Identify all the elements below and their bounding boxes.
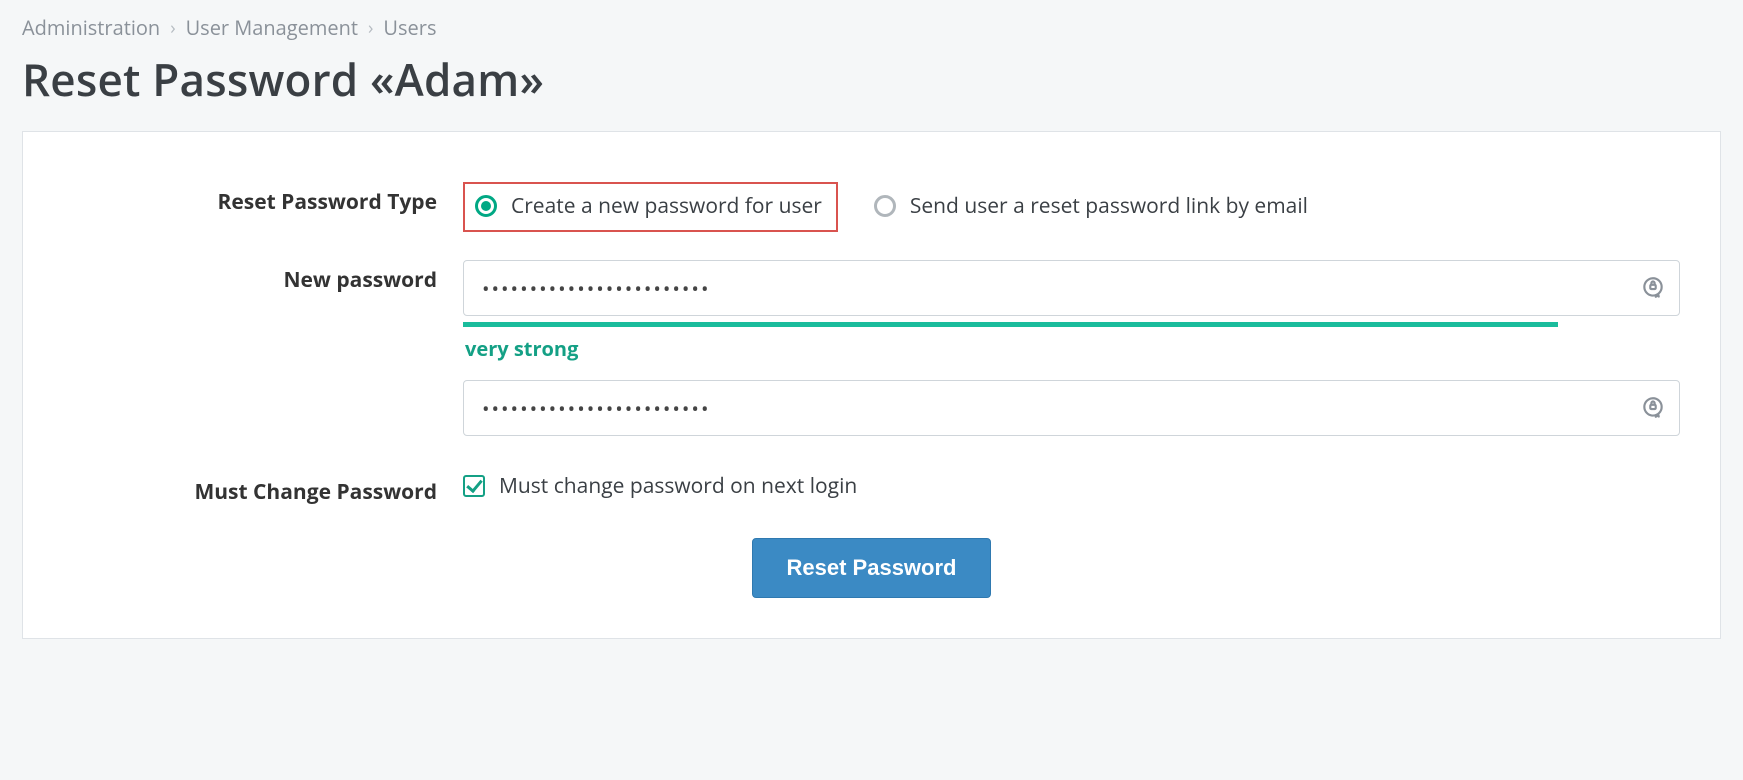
- password-manager-icon[interactable]: [1640, 275, 1666, 301]
- breadcrumb: Administration › User Management › Users: [22, 14, 1721, 41]
- confirm-password-input-wrap: [463, 380, 1680, 436]
- breadcrumb-users[interactable]: Users: [383, 14, 436, 41]
- row-must-change: Must Change Password Must change passwor…: [63, 472, 1680, 506]
- checkbox-must-change[interactable]: Must change password on next login: [463, 472, 1680, 500]
- form-actions: Reset Password: [63, 538, 1680, 598]
- form-panel: Reset Password Type Create a new passwor…: [22, 131, 1721, 639]
- chevron-right-icon: ›: [170, 16, 175, 40]
- reset-password-button[interactable]: Reset Password: [752, 538, 992, 598]
- radio-send-email-label: Send user a reset password link by email: [910, 192, 1308, 220]
- radio-send-email[interactable]: Send user a reset password link by email: [864, 184, 1322, 230]
- breadcrumb-user-management[interactable]: User Management: [186, 14, 358, 41]
- label-must-change: Must Change Password: [63, 472, 463, 506]
- radio-icon: [874, 195, 896, 217]
- password-manager-icon[interactable]: [1640, 395, 1666, 421]
- new-password-input[interactable]: [463, 260, 1680, 316]
- checkbox-icon: [463, 475, 485, 497]
- row-new-password: New password very strong: [63, 260, 1680, 444]
- confirm-password-input[interactable]: [463, 380, 1680, 436]
- breadcrumb-administration[interactable]: Administration: [22, 14, 160, 41]
- page-title: Reset Password «Adam»: [22, 49, 1721, 109]
- chevron-right-icon: ›: [368, 16, 373, 40]
- radio-icon: [475, 195, 497, 217]
- checkbox-must-change-label: Must change password on next login: [499, 472, 857, 500]
- label-new-password: New password: [63, 260, 463, 294]
- row-reset-type: Reset Password Type Create a new passwor…: [63, 182, 1680, 232]
- radio-group-reset-type: Create a new password for user Send user…: [463, 182, 1680, 232]
- radio-create-password-label: Create a new password for user: [511, 192, 822, 220]
- password-strength-bar: [463, 322, 1558, 327]
- radio-create-password[interactable]: Create a new password for user: [463, 182, 838, 232]
- label-reset-type: Reset Password Type: [63, 182, 463, 216]
- password-strength-label: very strong: [465, 335, 1680, 362]
- new-password-input-wrap: [463, 260, 1680, 316]
